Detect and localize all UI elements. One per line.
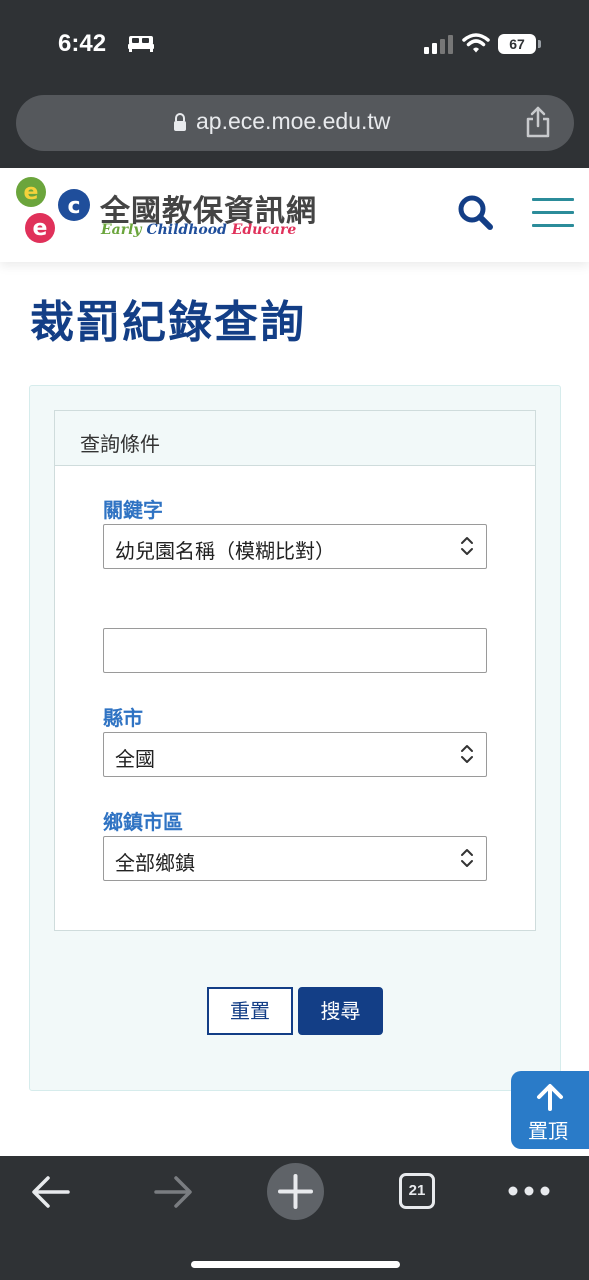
svg-text:e: e [33,216,48,241]
url-text[interactable]: ap.ece.moe.edu.tw [196,108,390,135]
tabs-icon[interactable]: 21 [399,1173,435,1209]
township-label: 鄉鎮市區 [103,810,183,834]
keyword-input[interactable] [103,628,487,673]
reset-button[interactable]: 重置 [207,987,293,1035]
keyword-label: 關鍵字 [103,498,163,522]
keyword-type-value[interactable]: 幼兒園名稱（模糊比對） [115,535,335,564]
updown-chevron-icon [461,537,473,555]
back-arrow-icon[interactable] [30,1174,72,1210]
arrow-up-icon [537,1084,563,1111]
signal-icon [424,35,453,54]
brand-name-english: Early Childhood Educare [101,222,296,238]
home-indicator [191,1261,400,1268]
county-label: 縣市 [103,706,143,730]
updown-chevron-icon [461,849,473,867]
svg-text:c: c [67,194,80,219]
lock-icon [174,113,186,131]
hamburger-menu-icon[interactable] [530,196,576,230]
search-icon[interactable] [455,192,495,232]
brand-word-3: Educare [231,222,297,238]
svg-text:e: e [24,180,39,205]
bed-icon [128,36,154,52]
brand-word-1: Early [101,222,142,238]
page-title: 裁罰紀錄查詢 [30,297,306,348]
more-icon[interactable] [506,1182,552,1200]
township-value[interactable]: 全部鄉鎮 [115,847,195,876]
fieldset-title: 查詢條件 [80,432,160,456]
wifi-icon [462,33,490,53]
battery-tip [538,40,541,48]
search-button[interactable]: 搜尋 [298,987,383,1035]
share-icon[interactable] [524,106,552,138]
brand-word-2: Childhood [146,222,227,238]
county-select[interactable] [103,732,487,777]
county-value[interactable]: 全國 [115,743,155,772]
status-time: 6:42 [58,30,107,57]
plus-icon [278,1174,313,1209]
battery-icon: 67 [498,34,536,54]
back-to-top-label[interactable]: 置頂 [528,1115,568,1144]
updown-chevron-icon [461,745,473,763]
forward-arrow-icon[interactable] [152,1174,194,1210]
ece-logo[interactable]: e c e [14,175,92,245]
